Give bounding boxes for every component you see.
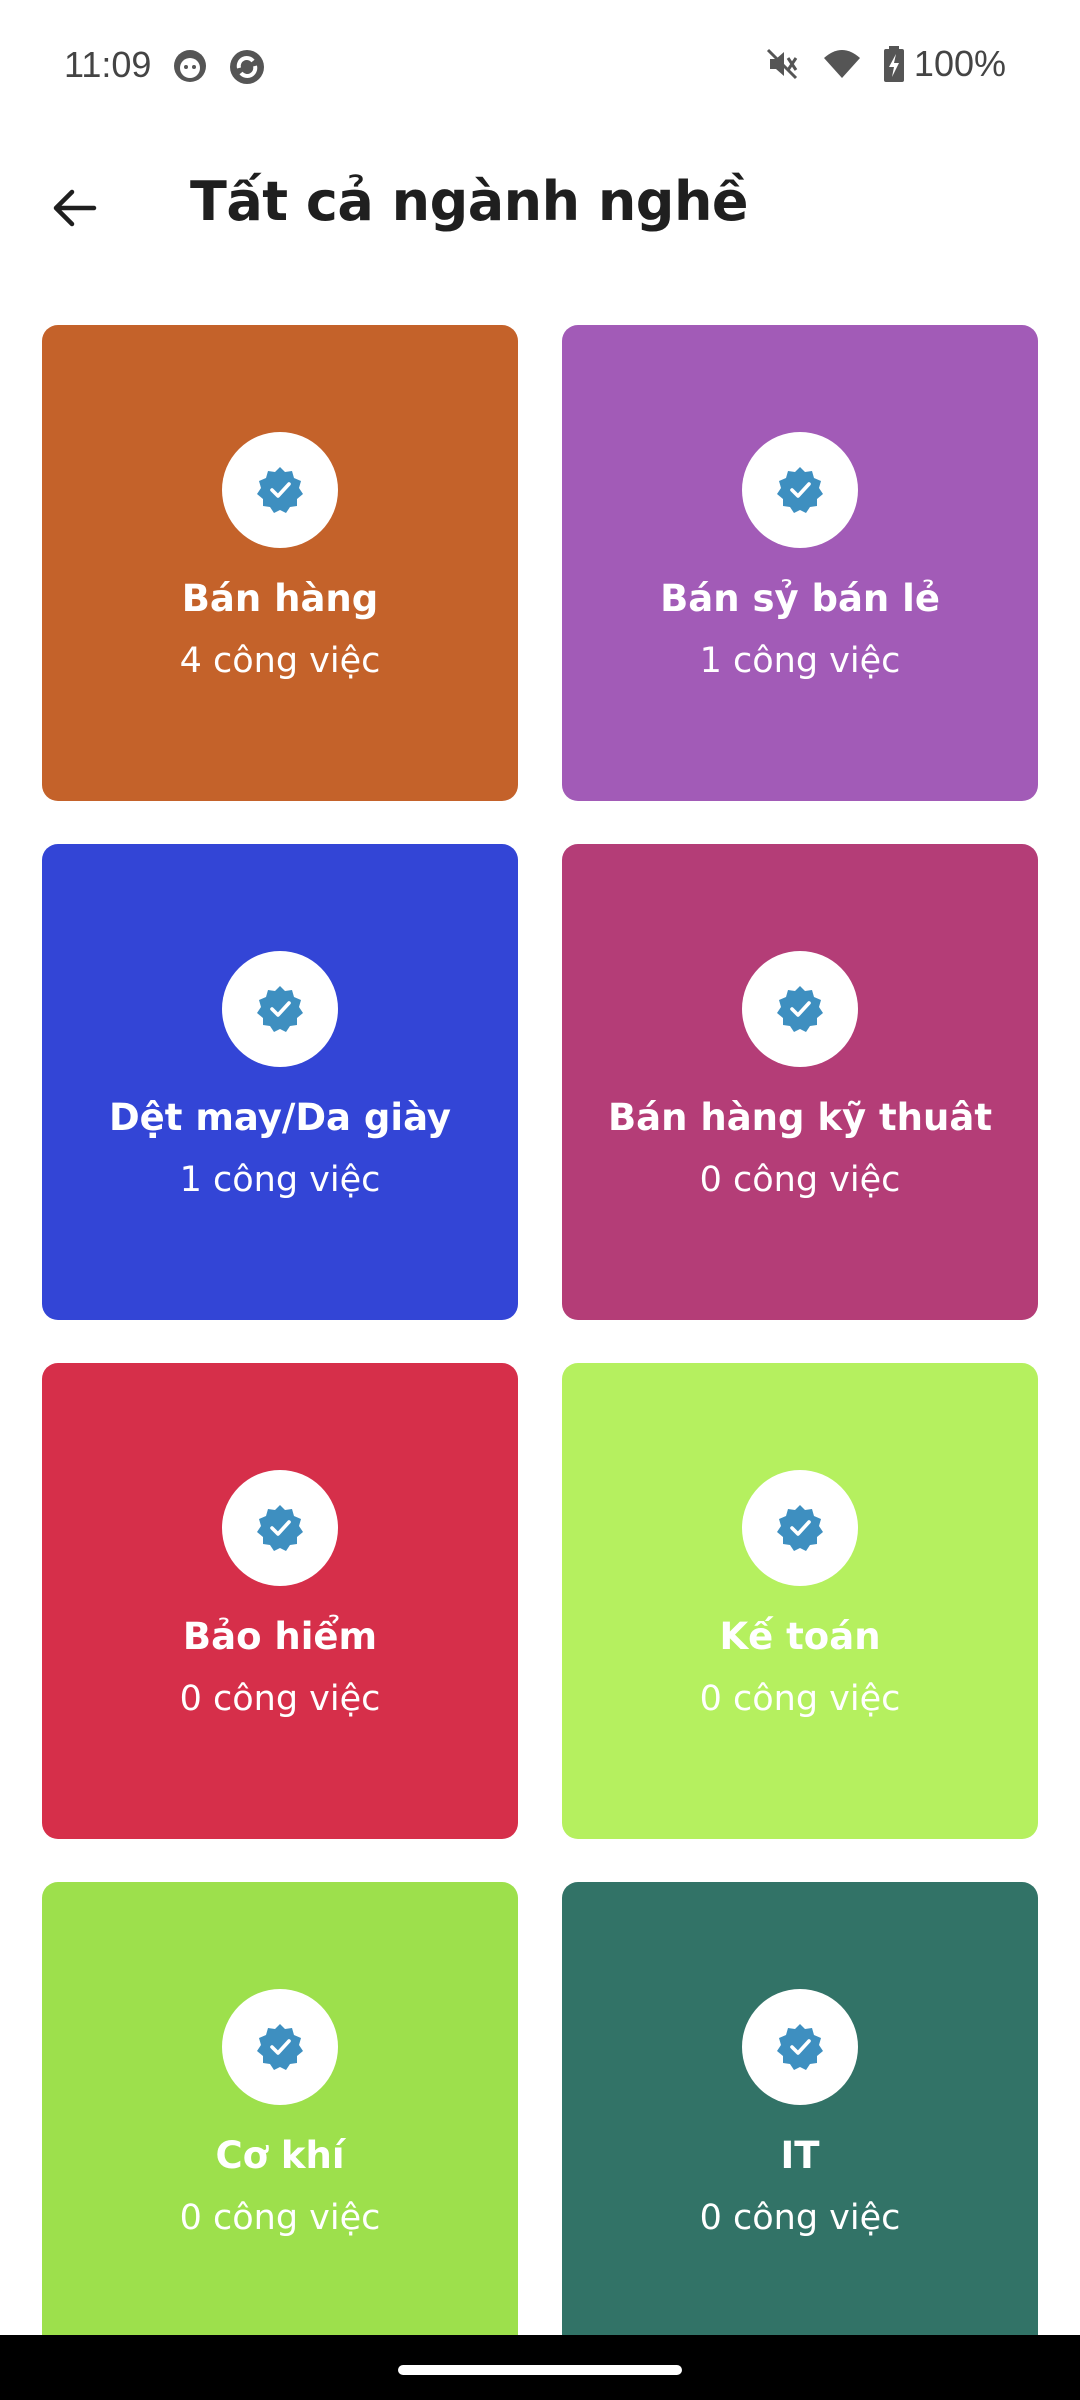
category-card-3[interactable]: Dệt may/Da giày 1 công việc	[42, 844, 518, 1320]
category-job-count: 4 công việc	[179, 641, 381, 681]
verified-badge	[222, 1989, 338, 2105]
category-job-count: 0 công việc	[699, 2198, 901, 2238]
status-bar: 11:09 100%	[0, 0, 1080, 135]
category-job-count: 1 công việc	[179, 1160, 381, 1200]
app-sync-icon	[228, 48, 264, 84]
verified-badge	[222, 432, 338, 548]
verified-check-icon	[257, 986, 303, 1032]
verified-badge	[742, 1989, 858, 2105]
category-job-count: 1 công việc	[699, 641, 901, 681]
verified-check-icon	[777, 986, 823, 1032]
category-name: Bán sỷ bán lẻ	[660, 577, 940, 620]
category-card-5[interactable]: Bảo hiểm 0 công việc	[42, 1363, 518, 1839]
verified-check-icon	[257, 2024, 303, 2070]
category-card-4[interactable]: Bán hàng kỹ thuât 0 công việc	[562, 844, 1038, 1320]
verified-badge	[742, 432, 858, 548]
category-card-2[interactable]: Bán sỷ bán lẻ 1 công việc	[562, 325, 1038, 801]
verified-badge	[222, 951, 338, 1067]
category-name: Bán hàng	[181, 577, 379, 620]
status-time: 11:09	[64, 44, 152, 85]
back-button[interactable]	[38, 172, 110, 244]
screen: 11:09 100% Tất cả ngành nghề Bán hàng 4 …	[0, 0, 1080, 2400]
battery-percentage: 100%	[913, 43, 1006, 84]
verified-badge	[742, 951, 858, 1067]
verified-check-icon	[777, 1505, 823, 1551]
verified-check-icon	[257, 467, 303, 513]
category-name: Kế toán	[719, 1615, 881, 1658]
verified-badge	[742, 1470, 858, 1586]
category-name: Cơ khí	[215, 2134, 345, 2177]
verified-check-icon	[777, 2024, 823, 2070]
category-grid: Bán hàng 4 công việc Bán sỷ bán lẻ 1 côn…	[42, 325, 1038, 2358]
category-card-1[interactable]: Bán hàng 4 công việc	[42, 325, 518, 801]
verified-check-icon	[777, 467, 823, 513]
category-name: Dệt may/Da giày	[108, 1096, 452, 1139]
page-title: Tất cả ngành nghề	[190, 170, 749, 233]
category-name: Bán hàng kỹ thuât	[607, 1096, 993, 1139]
category-job-count: 0 công việc	[699, 1679, 901, 1719]
app-header: Tất cả ngành nghề	[0, 150, 1080, 270]
verified-check-icon	[257, 1505, 303, 1551]
arrow-left-icon	[53, 189, 97, 227]
category-job-count: 0 công việc	[179, 1679, 381, 1719]
category-card-8[interactable]: IT 0 công việc	[562, 1882, 1038, 2358]
home-gesture-pill[interactable]	[398, 2365, 682, 2375]
verified-badge	[222, 1470, 338, 1586]
category-job-count: 0 công việc	[179, 2198, 381, 2238]
wifi-icon	[822, 44, 862, 84]
category-card-6[interactable]: Kế toán 0 công việc	[562, 1363, 1038, 1839]
mute-icon	[762, 44, 802, 84]
category-name: Bảo hiểm	[182, 1615, 378, 1658]
category-job-count: 0 công việc	[699, 1160, 901, 1200]
category-card-7[interactable]: Cơ khí 0 công việc	[42, 1882, 518, 2358]
category-name: IT	[780, 2134, 820, 2177]
app-face-icon	[172, 48, 208, 84]
navigation-bar	[0, 2335, 1080, 2400]
status-right: 100%	[742, 40, 1006, 88]
battery-charging-icon	[882, 44, 906, 84]
